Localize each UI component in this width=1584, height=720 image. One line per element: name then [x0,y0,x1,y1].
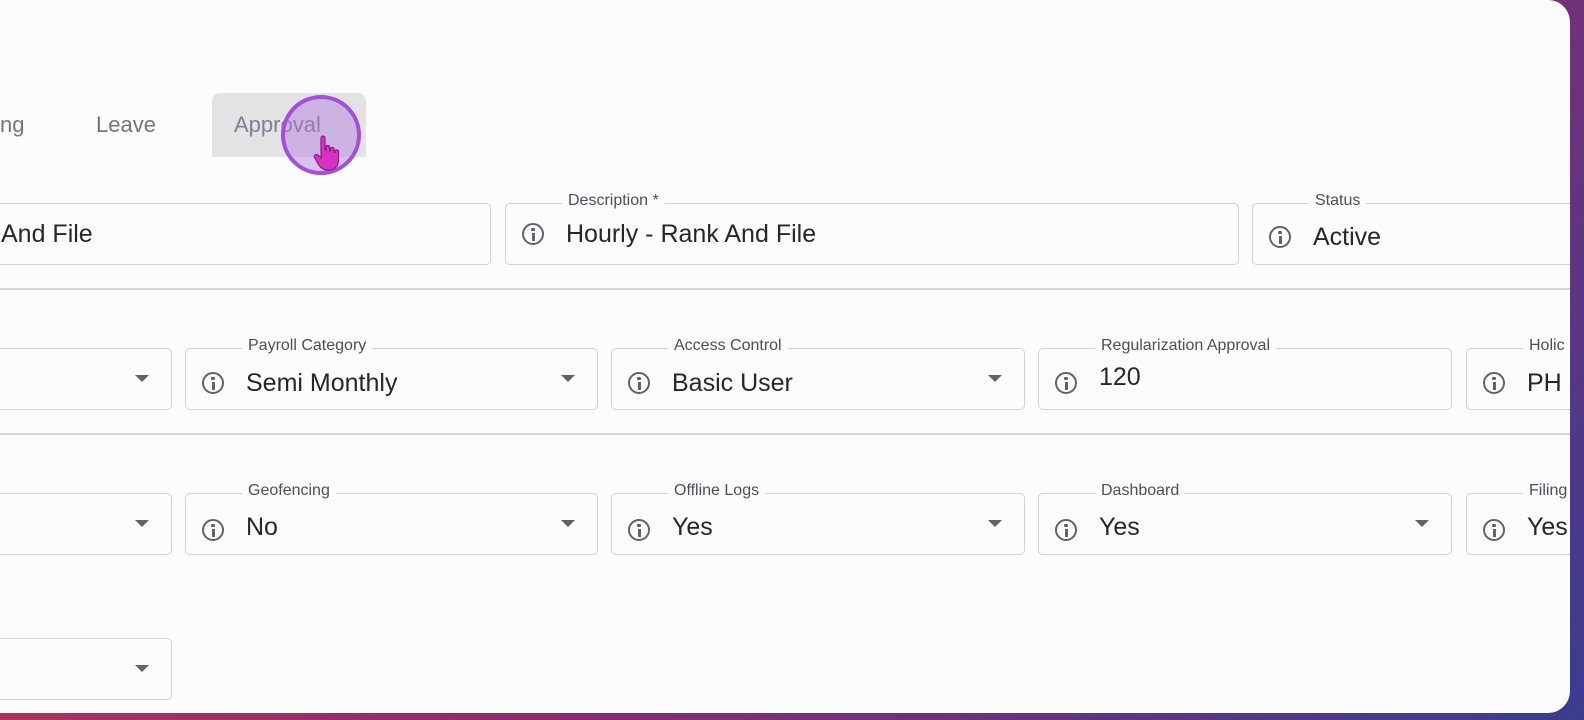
status-value: Active [1313,223,1382,251]
geofencing-value: No [246,513,278,541]
partial-select-row3[interactable] [0,493,172,555]
offline-logs-value: Yes [672,513,713,541]
access-control-value: Basic User [672,369,793,397]
chevron-down-icon[interactable] [135,520,149,527]
regularization-approval-value: 120 [1099,363,1141,391]
filing-select[interactable]: Filing Yes [1466,482,1570,555]
pointer-hand-icon [313,135,340,171]
dashboard-select[interactable]: Dashboard Yes [1038,482,1452,555]
tab-leave[interactable]: Leave [74,93,178,157]
info-icon[interactable] [522,223,544,245]
description-value: Hourly - Rank And File [566,220,817,248]
dashboard-value: Yes [1099,513,1140,541]
info-icon[interactable] [628,372,650,394]
chevron-down-icon[interactable] [561,375,575,382]
info-icon[interactable] [1055,519,1077,541]
partial-select-row2[interactable] [0,348,172,410]
payroll-category-value: Semi Monthly [246,369,398,397]
chevron-down-icon[interactable] [1415,520,1429,527]
settings-window: ng Leave Approval And File Description *… [0,0,1570,713]
chevron-down-icon[interactable] [988,520,1002,527]
info-icon[interactable] [1269,226,1291,248]
status-field[interactable]: Status Active [1252,192,1570,265]
info-icon[interactable] [202,372,224,394]
chevron-down-icon[interactable] [135,665,149,672]
section-divider [0,433,1570,435]
info-icon[interactable] [1483,372,1505,394]
regularization-approval-input[interactable]: Regularization Approval 120 [1038,337,1452,410]
info-icon[interactable] [202,519,224,541]
access-control-select[interactable]: Access Control Basic User [611,337,1025,410]
holiday-value: PH [1527,369,1562,397]
chevron-down-icon[interactable] [988,375,1002,382]
info-icon[interactable] [628,519,650,541]
chevron-down-icon[interactable] [135,375,149,382]
tab-partial[interactable]: ng [0,93,46,157]
payroll-category-select[interactable]: Payroll Category Semi Monthly [185,337,598,410]
name-field[interactable]: And File [0,203,491,265]
filing-value: Yes [1527,513,1568,541]
description-field[interactable]: Description * Hourly - Rank And File [505,192,1239,265]
partial-select-row4[interactable] [0,638,172,700]
info-icon[interactable] [1055,372,1077,394]
geofencing-select[interactable]: Geofencing No [185,482,598,555]
name-field-value: And File [1,220,93,248]
chevron-down-icon[interactable] [561,520,575,527]
holiday-select[interactable]: Holic PH [1466,337,1570,410]
offline-logs-select[interactable]: Offline Logs Yes [611,482,1025,555]
section-divider [0,288,1570,290]
info-icon[interactable] [1483,519,1505,541]
